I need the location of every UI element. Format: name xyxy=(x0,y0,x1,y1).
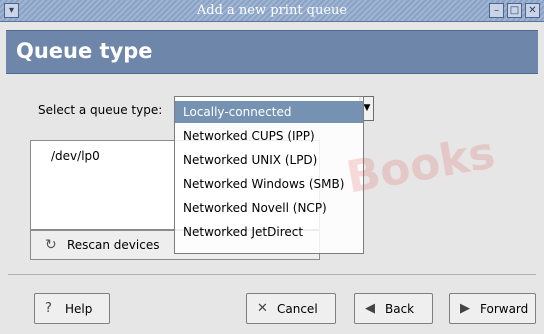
queue-type-option-cups[interactable]: Networked CUPS (IPP) xyxy=(175,125,363,147)
chevron-down-icon: ▼ xyxy=(363,103,371,113)
cancel-label: Cancel xyxy=(277,302,318,316)
queue-type-option-lpd[interactable]: Networked UNIX (LPD) xyxy=(175,149,363,171)
queue-type-option-locally-connected[interactable]: Locally-connected xyxy=(175,101,363,123)
maximize-icon: □ xyxy=(509,5,520,16)
close-button[interactable]: ✕ xyxy=(525,3,540,18)
cancel-button[interactable]: ✕ Cancel xyxy=(246,293,336,324)
minimize-button[interactable]: – xyxy=(489,3,504,18)
forward-button[interactable]: ▶ Forward xyxy=(449,293,536,324)
queue-type-dropdown-list[interactable]: Locally-connected Networked CUPS (IPP) N… xyxy=(174,96,364,254)
arrow-right-icon: ▶ xyxy=(460,301,470,316)
minimize-icon: – xyxy=(494,5,499,16)
maximize-button[interactable]: □ xyxy=(507,3,522,18)
page-header: Queue type xyxy=(6,30,538,74)
forward-label: Forward xyxy=(480,302,529,316)
queue-type-option-smb[interactable]: Networked Windows (SMB) xyxy=(175,173,363,195)
page-title: Queue type xyxy=(16,39,153,63)
rescan-icon: ↻ xyxy=(45,237,57,253)
queue-type-option-ncp[interactable]: Networked Novell (NCP) xyxy=(175,197,363,219)
help-label: Help xyxy=(65,302,93,316)
back-label: Back xyxy=(385,302,415,316)
arrow-left-icon: ◀ xyxy=(365,301,375,316)
help-icon: ? xyxy=(45,301,52,316)
title-bar: ▾ Add a new print queue – □ ✕ xyxy=(0,0,544,22)
rescan-devices-label: Rescan devices xyxy=(67,238,160,252)
queue-type-label: Select a queue type: xyxy=(38,103,163,117)
watermark-text: Books xyxy=(342,127,499,204)
back-button[interactable]: ◀ Back xyxy=(354,293,433,324)
device-item-lp0[interactable]: /dev/lp0 xyxy=(51,149,100,163)
queue-type-option-jetdirect[interactable]: Networked JetDirect xyxy=(175,221,363,243)
help-button[interactable]: ? Help xyxy=(34,293,110,324)
close-icon: ✕ xyxy=(528,5,537,16)
footer-divider xyxy=(8,274,536,275)
window-title: Add a new print queue xyxy=(196,3,348,18)
close-icon: ✕ xyxy=(257,301,268,316)
